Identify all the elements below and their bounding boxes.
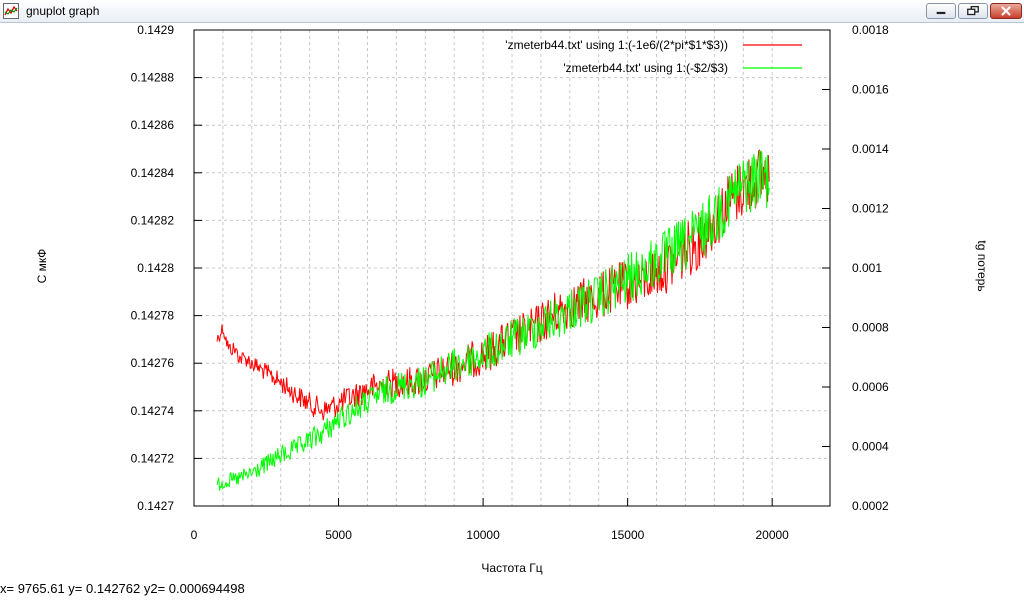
minimize-icon <box>936 11 946 15</box>
restore-icon <box>967 5 979 16</box>
y-tick-label: 0.14288 <box>131 71 175 85</box>
x-tick-label: 20000 <box>755 528 789 542</box>
window-title: gnuplot graph <box>26 4 100 18</box>
y-tick-label: 0.14282 <box>131 213 175 227</box>
y-tick-label: 0.1428 <box>137 261 174 275</box>
y-tick-label: 0.14272 <box>131 451 175 465</box>
x-tick-label: 15000 <box>611 528 645 542</box>
y2-axis-label: tg потерь <box>975 240 989 291</box>
gnuplot-app-icon <box>3 3 19 19</box>
window-titlebar: gnuplot graph <box>0 0 1024 23</box>
y2-tick-label: 0.0018 <box>852 23 889 37</box>
minimize-button[interactable] <box>926 3 956 19</box>
y2-tick-label: 0.0016 <box>852 83 889 97</box>
y-tick-label: 0.14276 <box>131 356 175 370</box>
close-button[interactable] <box>990 3 1022 19</box>
legend-label-2: 'zmeterb44.txt' using 1:(-$2/$3) <box>563 61 728 75</box>
y-tick-label: 0.14284 <box>131 166 175 180</box>
maximize-button[interactable] <box>958 3 988 19</box>
y2-tick-label: 0.0014 <box>852 142 889 156</box>
x-tick-label: 10000 <box>466 528 500 542</box>
x-tick-label: 5000 <box>325 528 352 542</box>
y-axis-label: C мкФ <box>35 249 49 284</box>
y-tick-label: 0.14274 <box>131 404 175 418</box>
y2-tick-label: 0.001 <box>852 261 882 275</box>
series-line-1 <box>216 149 770 421</box>
close-icon <box>1001 6 1011 16</box>
y2-tick-label: 0.0012 <box>852 202 889 216</box>
y2-tick-label: 0.0008 <box>852 321 889 335</box>
x-tick-label: 0 <box>191 528 198 542</box>
x-axis-label: Частота Гц <box>481 561 542 575</box>
legend-label-1: 'zmeterb44.txt' using 1:(-1e6/(2*pi*$1*$… <box>505 38 728 52</box>
y-tick-label: 0.1429 <box>137 23 174 37</box>
gnuplot-chart[interactable]: 0 5000 10000 15000 20000 0.1427 0.14272 0.14274… <box>0 22 1024 580</box>
series-line-2 <box>216 150 770 491</box>
grid-lines <box>194 29 830 507</box>
coordinate-readout: x= 9765.61 y= 0.142762 y2= 0.000694498 <box>0 581 245 596</box>
y2-tick-label: 0.0002 <box>852 499 889 513</box>
y-tick-label: 0.14286 <box>131 118 175 132</box>
y-tick-label: 0.14278 <box>131 309 175 323</box>
y2-tick-label: 0.0006 <box>852 380 889 394</box>
y-tick-label: 0.1427 <box>137 499 174 513</box>
y2-tick-label: 0.0004 <box>852 440 889 454</box>
